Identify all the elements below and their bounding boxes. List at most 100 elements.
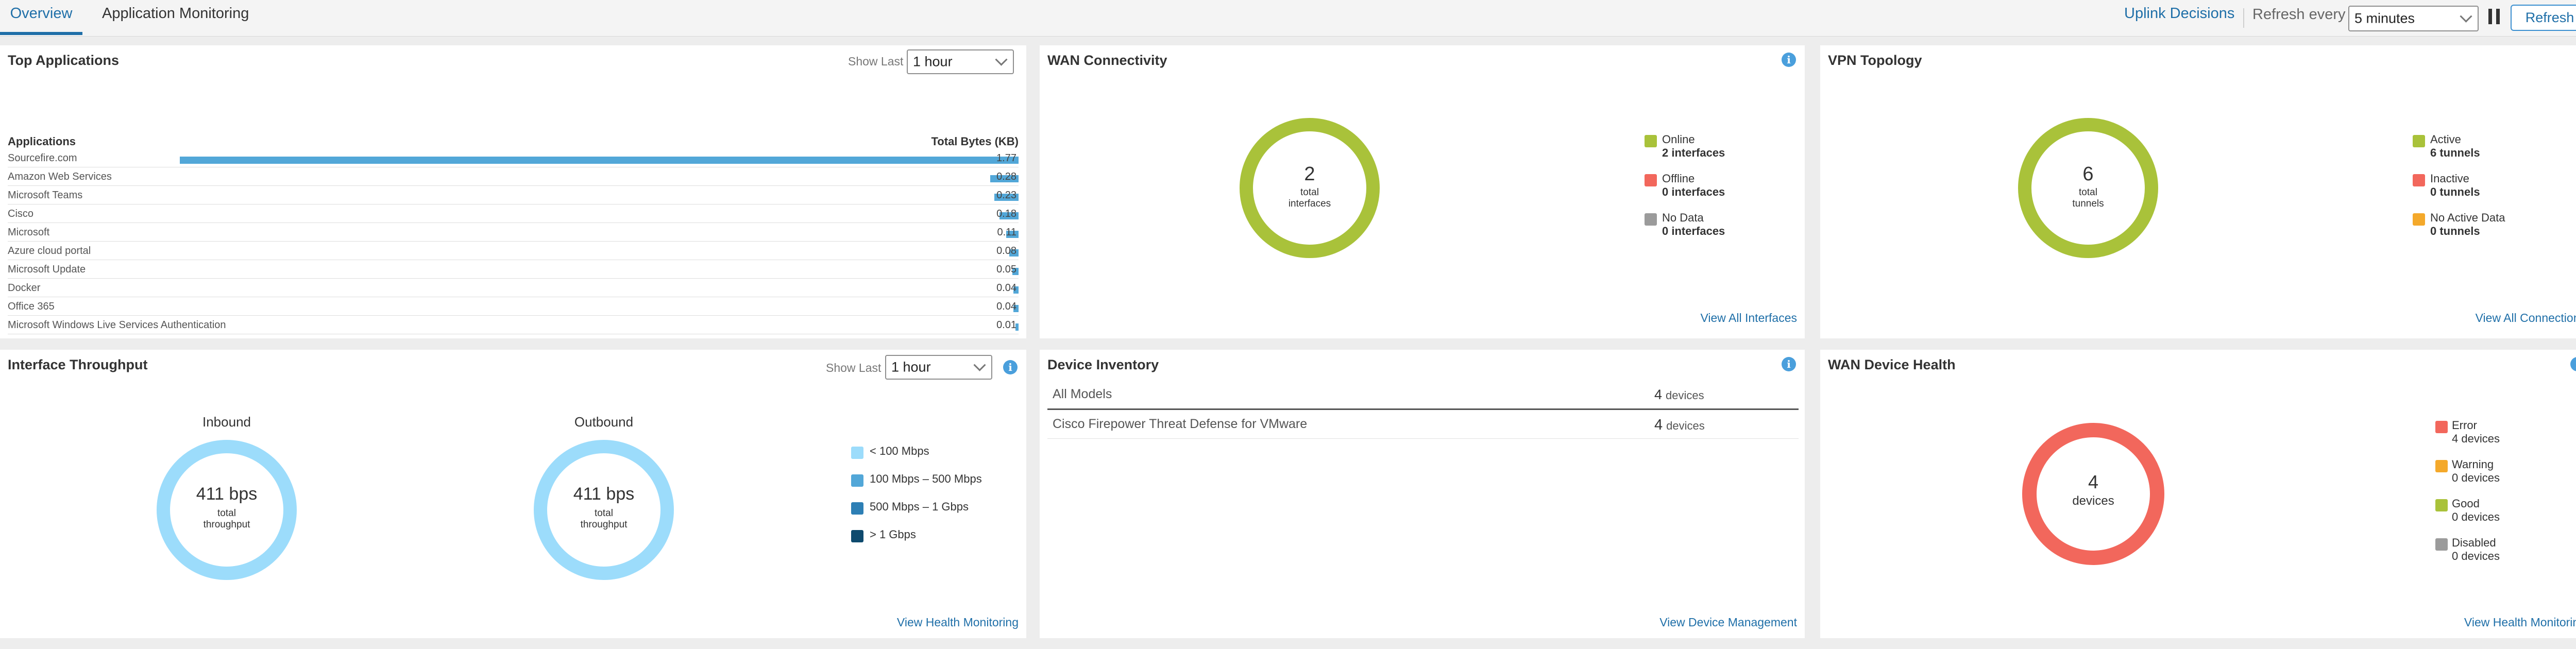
vpn-topology-title: VPN Topology [1828,53,1922,68]
legend-swatch-500-1g [851,502,863,515]
view-device-management-link[interactable]: View Device Management [1659,616,1797,629]
application-bytes-value: 1.77 [996,152,1016,164]
application-name: Microsoft Update [8,264,86,275]
application-row[interactable]: Microsoft 0.11 [8,227,1019,242]
device-inventory-title: Device Inventory [1047,357,1159,372]
application-bytes-value: 0.04 [996,282,1016,294]
application-row[interactable]: Office 365 0.04 [8,301,1019,316]
application-name: Docker [8,282,41,294]
legend-swatch-lt-100 [851,447,863,459]
chevron-down-icon [2460,10,2472,23]
outbound-title: Outbound [574,414,634,430]
legend-good: Good 0 devices [2452,497,2500,523]
inventory-count: 4 devices [1654,387,1704,402]
wan-connectivity-donut: 2 total interfaces [1240,118,1380,258]
view-all-connections-link[interactable]: View All Connections [2476,311,2576,325]
interface-throughput-panel: Interface Throughput Show Last 1 hour i … [0,350,1026,638]
application-bytes-value: 0.05 [996,264,1016,275]
application-bytes-value: 0.28 [996,171,1016,182]
wan-count: 2 [1304,163,1315,185]
view-health-monitoring-link[interactable]: View Health Monitoring [2464,616,2576,629]
toolbar-divider [2243,8,2244,28]
legend-swatch-online [1645,135,1657,147]
device-health-center-label: devices [2072,494,2114,508]
tab-application-monitoring[interactable]: Application Monitoring [102,0,249,32]
inbound-donut: 411 bps total throughput [157,440,297,580]
legend-swatch-good [2435,499,2448,511]
legend-disabled: Disabled 0 devices [2452,536,2500,562]
tab-overview[interactable]: Overview [0,0,82,35]
wan-center-label-1: total [1300,187,1319,198]
legend-error: Error 4 devices [2452,419,2500,445]
info-icon[interactable]: i [1782,357,1796,371]
top-apps-time-select[interactable]: 1 hour [907,49,1014,74]
top-applications-title: Top Applications [8,53,119,68]
top-bar: Overview Application Monitoring Uplink D… [0,0,2576,37]
application-bytes-value: 0.11 [997,227,1016,238]
legend-no-data: No Data 0 interfaces [1662,211,1725,237]
outbound-value: 411 bps [573,484,635,504]
legend-swatch-no-data [1645,213,1657,226]
legend-swatch-no-active-data [2413,213,2425,226]
show-last-label: Show Last [826,361,882,374]
throughput-time-select[interactable]: 1 hour [885,355,992,380]
legend-lt-100: < 100 Mbps [870,445,929,457]
application-row[interactable]: Microsoft Teams 0.23 [8,190,1019,204]
chevron-down-icon [973,358,986,371]
pause-icon[interactable] [2488,9,2501,24]
legend-inactive: Inactive 0 tunnels [2430,172,2480,198]
application-row[interactable]: Docker 0.04 [8,282,1019,297]
application-row[interactable]: Microsoft Update 0.05 [8,264,1019,279]
inbound-label-2: throughput [203,519,250,530]
application-row[interactable]: Amazon Web Services 0.28 [8,171,1019,186]
uplink-decisions-link[interactable]: Uplink Decisions [2124,5,2234,22]
chevron-down-icon [995,53,1008,66]
info-icon[interactable]: i [2570,357,2576,371]
application-name: Microsoft [8,227,50,238]
legend-swatch-disabled [2435,538,2448,551]
outbound-donut: 411 bps total throughput [534,440,674,580]
application-name: Cisco [8,208,34,219]
inventory-count: 4 devices [1654,417,1705,433]
inventory-row-all-models[interactable]: All Models 4 devices [1047,381,1799,410]
wan-device-health-panel: WAN Device Health i 4 devices Error4 dev… [1820,350,2576,638]
view-health-monitoring-link[interactable]: View Health Monitoring [897,616,1019,629]
show-last-label: Show Last [848,55,904,68]
top-apps-time-value: 1 hour [913,54,953,70]
interface-throughput-title: Interface Throughput [8,357,148,372]
legend-swatch-warning [2435,460,2448,472]
application-row[interactable]: Azure cloud portal 0.08 [8,245,1019,260]
refresh-button[interactable]: Refresh [2511,5,2576,31]
application-name: Amazon Web Services [8,171,112,182]
application-name: Sourcefire.com [8,152,77,164]
wan-connectivity-title: WAN Connectivity [1047,53,1167,68]
inventory-row-ftdv[interactable]: Cisco Firepower Threat Defense for VMwar… [1047,411,1799,439]
application-name: Microsoft Teams [8,190,83,201]
applications-column-header: Applications [8,135,76,148]
view-all-interfaces-link[interactable]: View All Interfaces [1700,311,1797,325]
vpn-center-label-2: tunnels [2072,198,2104,209]
info-icon[interactable]: i [1782,53,1796,67]
legend-no-active-data: No Active Data 0 tunnels [2430,211,2505,237]
wan-connectivity-panel: WAN Connectivity i 2 total interfaces On… [1040,45,1805,338]
wan-center-label-2: interfaces [1288,198,1331,209]
application-row[interactable]: Sourcefire.com 1.77 [8,152,1019,167]
legend-swatch-inactive [2413,174,2425,186]
application-bytes-value: 0.08 [996,245,1016,257]
application-bytes-value: 0.04 [996,301,1016,312]
legend-100-500: 100 Mbps – 500 Mbps [870,472,982,485]
application-row[interactable]: Microsoft Windows Live Services Authenti… [8,319,1019,334]
inventory-model: All Models [1053,387,1112,401]
inbound-label-1: total [217,508,236,519]
refresh-every-label: Refresh every [2252,6,2346,23]
legend-swatch-100-500 [851,474,863,487]
info-icon[interactable]: i [1003,360,1018,374]
legend-swatch-active [2413,135,2425,147]
device-inventory-panel: Device Inventory i All Models 4 devices … [1040,350,1805,638]
legend-swatch-offline [1645,174,1657,186]
refresh-interval-select[interactable]: 5 minutes [2348,6,2479,31]
vpn-topology-donut: 6 total tunnels [2018,118,2158,258]
application-row[interactable]: Cisco 0.18 [8,208,1019,223]
application-bytes-value: 0.18 [996,208,1016,219]
legend-warning: Warning 0 devices [2452,458,2500,484]
